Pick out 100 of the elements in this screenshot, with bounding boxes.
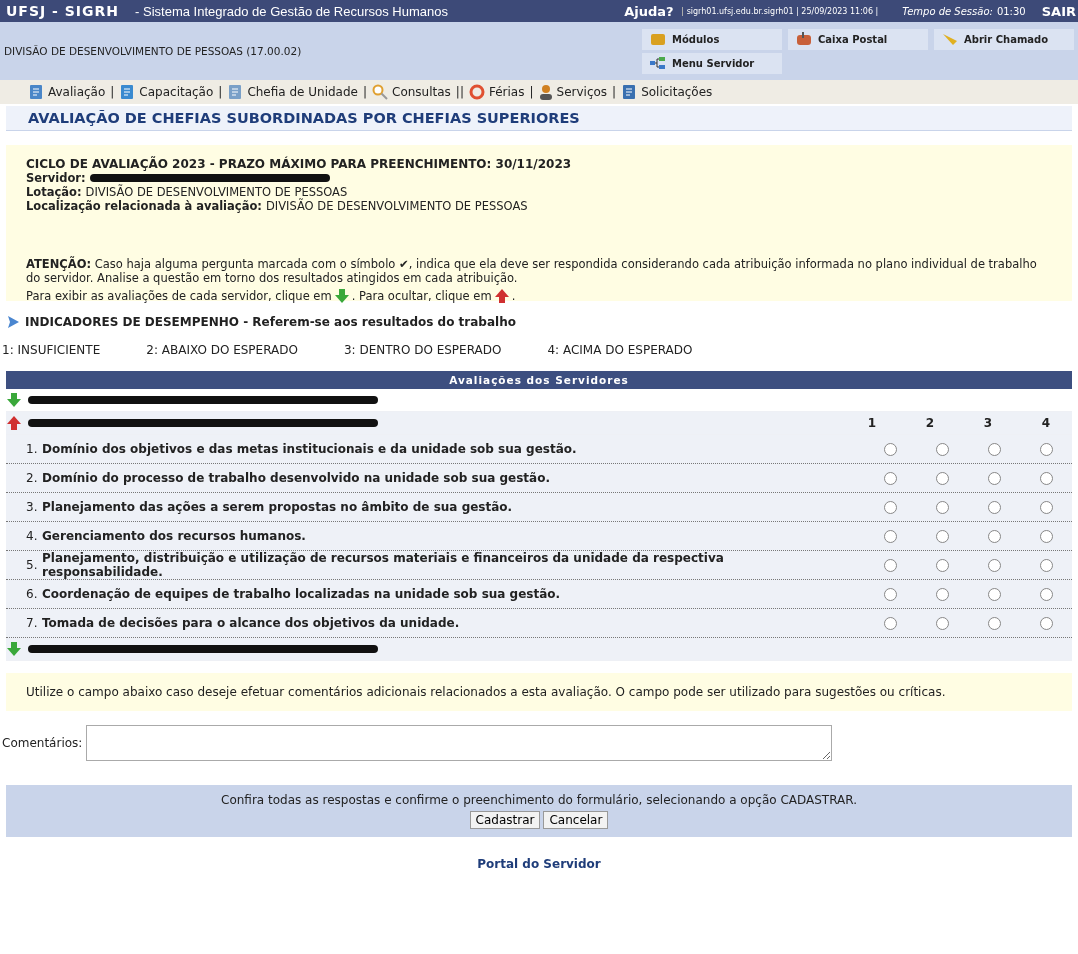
server-info: sigrh01.ufsj.edu.br.sigrh01 | 25/09/2023 11:06 | — [681, 6, 883, 16]
question-text: Planejamento, distribuição e utilização de recursos materiais e financeiros da unidade da respectiva responsabilidade. — [42, 551, 725, 579]
unit-name: DIVISÃO DE DESENVOLVIMENTO DE PESSOAS (17.00.02) — [4, 45, 302, 57]
radio-button[interactable] — [935, 529, 949, 543]
menu-separator: | — [363, 85, 368, 99]
radio-button[interactable] — [987, 616, 1001, 630]
down-arrow-icon — [6, 642, 22, 656]
column-header: 3 — [982, 416, 994, 430]
attention-text: ATENÇÃO: Caso haja alguma pergunta marcada com o símbolo ✔, indica que ela deve ser respondida considerando cada atribuição informada no plano individual de trabalho do servidor. Analise a questão em torno dos resultados atingidos em cada atribuição. — [26, 257, 1038, 286]
question-text: Domínio dos objetivos e das metas institucionais e da unidade sob sua gestão. — [42, 442, 578, 456]
radio-button[interactable] — [1039, 558, 1053, 572]
person-icon — [538, 84, 553, 100]
question-number: 1. — [26, 442, 39, 456]
shortcut-link[interactable]: Caixa Postal — [788, 28, 928, 50]
menu-separator: | — [612, 85, 617, 99]
mailbox-icon — [796, 32, 812, 46]
menu-separator: | — [110, 85, 115, 99]
menu-item[interactable]: Consultas — [372, 84, 451, 100]
instruction-text: Para exibir as avaliações de cada servidor, clique em — [26, 288, 332, 303]
question-number: 3. — [26, 500, 39, 514]
radio-button[interactable] — [1039, 471, 1053, 485]
document-icon — [227, 84, 244, 100]
document-icon — [621, 84, 638, 100]
menu-item[interactable]: Férias — [468, 84, 525, 100]
table-caption: Avaliações dos Servidores — [6, 371, 1072, 389]
menu-separator: || — [455, 85, 464, 99]
help-link[interactable]: Ajuda? — [624, 3, 674, 19]
scale-label: 1: INSUFICIENTE — [2, 343, 101, 357]
column-header: 2 — [924, 416, 936, 430]
radio-button[interactable] — [987, 471, 1001, 485]
up-arrow-icon — [493, 288, 510, 303]
field-value: DIVISÃO DE DESENVOLVIMENTO DE PESSOAS — [85, 185, 348, 199]
instruction-text: . — [511, 288, 516, 303]
menu-separator: | — [218, 85, 223, 99]
scale-label: 3: DENTRO DO ESPERADO — [343, 343, 502, 357]
section-heading: INDICADORES DE DESEMPENHO - Referem-se aos resultados do trabalho — [25, 315, 516, 329]
menu-item[interactable]: Chefia de Unidade — [227, 84, 358, 100]
radio-button[interactable] — [883, 471, 897, 485]
search-icon — [372, 84, 389, 100]
session-time: 01:30 — [996, 5, 1026, 17]
toggle-button[interactable] — [6, 642, 22, 656]
down-arrow-icon — [333, 288, 350, 303]
form-button[interactable]: Cadastrar — [469, 811, 541, 829]
form-button[interactable]: Cancelar — [543, 811, 609, 829]
page-title: AVALIAÇÃO DE CHEFIAS SUBORDINADAS POR CHEFIAS SUPERIORES — [6, 106, 1072, 131]
radio-button[interactable] — [1039, 500, 1053, 514]
shortcut-link[interactable]: Abrir Chamado — [934, 28, 1074, 50]
radio-button[interactable] — [987, 529, 1001, 543]
confirmation-text: Confira todas as respostas e confirme o preenchimento do formulário, selecionando a opção CADASTRAR. — [220, 793, 858, 807]
radio-button[interactable] — [935, 587, 949, 601]
radio-button[interactable] — [1039, 616, 1053, 630]
comment-note: Utilize o campo abaixo caso deseje efetuar comentários adicionais relacionados a esta avaliação. O campo pode ser utilizado para sugestões ou críticas. — [6, 673, 1072, 711]
radio-button[interactable] — [935, 616, 949, 630]
menu-separator: | — [529, 85, 534, 99]
box-icon — [650, 32, 666, 46]
radio-button[interactable] — [987, 587, 1001, 601]
column-header: 4 — [1040, 416, 1052, 430]
radio-button[interactable] — [1039, 587, 1053, 601]
question-text: Gerenciamento dos recursos humanos. — [42, 529, 307, 543]
up-arrow-icon — [6, 416, 22, 430]
menu-item[interactable]: Solicitações — [621, 84, 713, 100]
menu-item[interactable]: Avaliação — [28, 84, 106, 100]
toggle-button[interactable] — [6, 416, 22, 430]
radio-button[interactable] — [935, 471, 949, 485]
question-text: Tomada de decisões para o alcance dos objetivos da unidade. — [42, 616, 461, 630]
question-text: Domínio do processo de trabalho desenvolvido na unidade sob sua gestão. — [42, 471, 551, 485]
question-number: 5. — [26, 558, 39, 572]
radio-button[interactable] — [883, 616, 897, 630]
shortcut-link[interactable]: Menu Servidor — [642, 52, 782, 74]
field-value: DIVISÃO DE DESENVOLVIMENTO DE PESSOAS — [265, 199, 528, 213]
portal-link[interactable]: Portal do Servidor — [477, 857, 601, 871]
menu-item[interactable]: Serviços — [538, 84, 608, 100]
session-label: Tempo de Sessão: — [902, 5, 993, 17]
radio-button[interactable] — [935, 558, 949, 572]
radio-button[interactable] — [883, 529, 897, 543]
radio-button[interactable] — [1039, 529, 1053, 543]
radio-button[interactable] — [883, 558, 897, 572]
column-header: 1 — [866, 416, 878, 430]
comment-field[interactable] — [86, 725, 833, 761]
radio-button[interactable] — [987, 442, 1001, 456]
radio-button[interactable] — [883, 442, 897, 456]
toggle-button[interactable] — [6, 393, 22, 407]
scale-label: 2: ABAIXO DO ESPERADO — [146, 343, 298, 357]
lifebuoy-icon — [468, 84, 485, 100]
shortcut-link[interactable]: Módulos — [642, 28, 782, 50]
radio-button[interactable] — [1039, 442, 1053, 456]
logout-link[interactable]: SAIR — [1041, 3, 1076, 19]
radio-button[interactable] — [987, 558, 1001, 572]
menu-item[interactable]: Capacitação — [119, 84, 214, 100]
comment-label: Comentários: — [2, 736, 83, 750]
radio-button[interactable] — [987, 500, 1001, 514]
field-label: Localização relacionada à avaliação: — [26, 199, 262, 213]
down-arrow-icon — [6, 393, 22, 407]
radio-button[interactable] — [883, 587, 897, 601]
question-number: 4. — [26, 529, 39, 543]
question-text: Coordenação de equipes de trabalho localizadas na unidade sob sua gestão. — [42, 587, 562, 601]
radio-button[interactable] — [883, 500, 897, 514]
system-subtitle: - Sistema Integrado de Gestão de Recursos Humanos — [135, 3, 448, 19]
radio-button[interactable] — [935, 442, 949, 456]
radio-button[interactable] — [935, 500, 949, 514]
